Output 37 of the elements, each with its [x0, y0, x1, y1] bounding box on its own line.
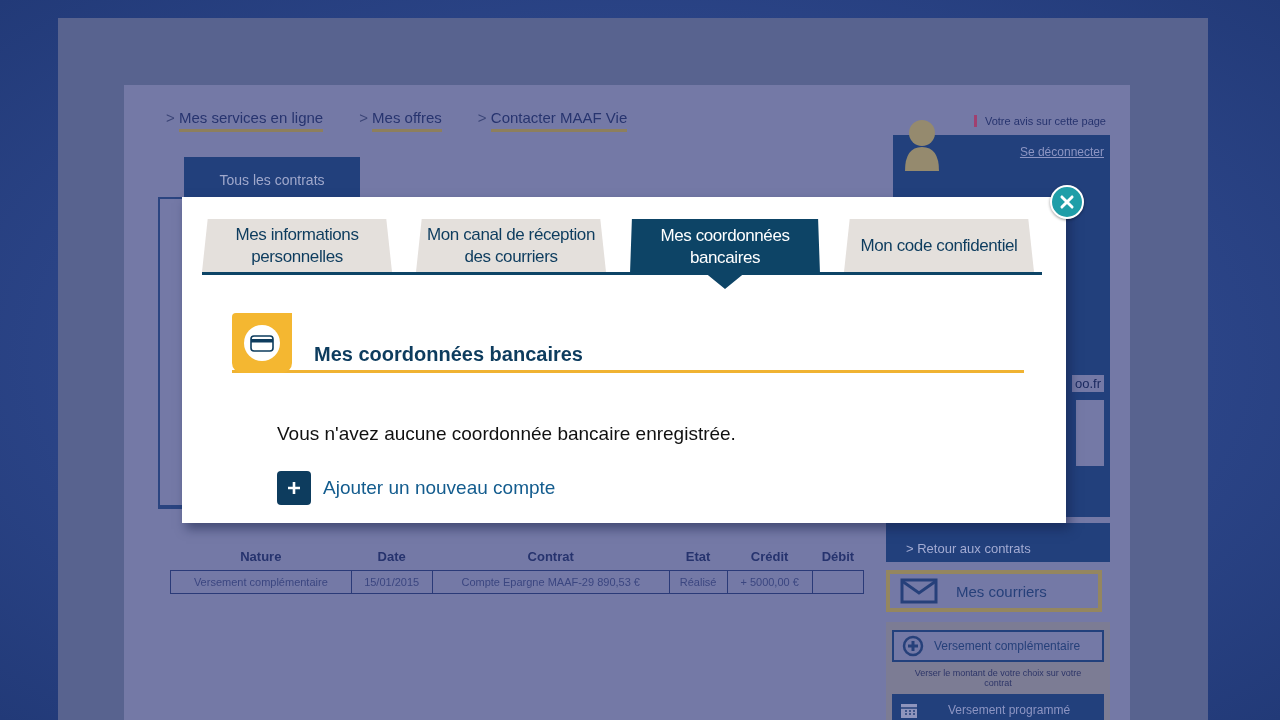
- column-header: Date: [351, 543, 433, 571]
- plus-circle-icon: [902, 635, 924, 657]
- column-header: Débit: [812, 543, 864, 571]
- contracts-tab[interactable]: Tous les contrats: [184, 157, 360, 197]
- dialog-tab[interactable]: Mes informations personnelles: [202, 219, 392, 272]
- user-silhouette-icon: [903, 119, 941, 171]
- table-cell: [812, 570, 864, 594]
- table-cell: Versement complémentaire: [170, 570, 352, 594]
- logout-link[interactable]: Se déconnecter: [1019, 145, 1104, 159]
- nav-link[interactable]: > Mes offres: [359, 109, 442, 135]
- payment-note: Verser le montant de votre choix sur votre contrat: [913, 668, 1083, 688]
- close-icon: [1059, 194, 1075, 210]
- nav-link[interactable]: > Mes services en ligne: [166, 109, 324, 135]
- email-text: oo.fr: [1072, 375, 1104, 392]
- envelope-icon: [900, 577, 938, 605]
- column-header: Contrat: [432, 543, 670, 571]
- info-box: [1076, 400, 1104, 466]
- dialog-tab[interactable]: Mon code confidentiel: [844, 219, 1034, 272]
- mail-button[interactable]: Mes courriers: [886, 570, 1102, 612]
- dialog-tab[interactable]: Mon canal de réception des courriers: [416, 219, 606, 272]
- table-cell: Compte Epargne MAAF-29 890,53 €: [432, 570, 670, 594]
- column-header: Etat: [669, 543, 727, 571]
- dialog-tab[interactable]: Mes coordonnées bancaires: [630, 219, 820, 289]
- add-account-link[interactable]: Ajouter un nouveau compte: [323, 477, 556, 499]
- table-cell: Réalisé: [669, 570, 727, 594]
- empty-message: Vous n'avez aucune coordonnée bancaire enregistrée.: [277, 423, 737, 445]
- feedback-link[interactable]: Votre avis sur cette page: [973, 115, 1106, 127]
- plus-icon: [277, 471, 311, 505]
- nav-link[interactable]: > Contacter MAAF Vie: [477, 109, 628, 135]
- calendar-icon: [900, 701, 918, 719]
- back-link[interactable]: > Retour aux contrats: [886, 523, 1110, 562]
- table-cell: 15/01/2015: [351, 570, 433, 594]
- payment-button[interactable]: Versement complémentaire: [892, 630, 1104, 662]
- column-header: Nature: [170, 543, 352, 571]
- column-header: Crédit: [727, 543, 813, 571]
- scheduled-payment-button[interactable]: Versement programmé: [892, 694, 1104, 720]
- section-title: Mes coordonnées bancaires: [314, 343, 583, 367]
